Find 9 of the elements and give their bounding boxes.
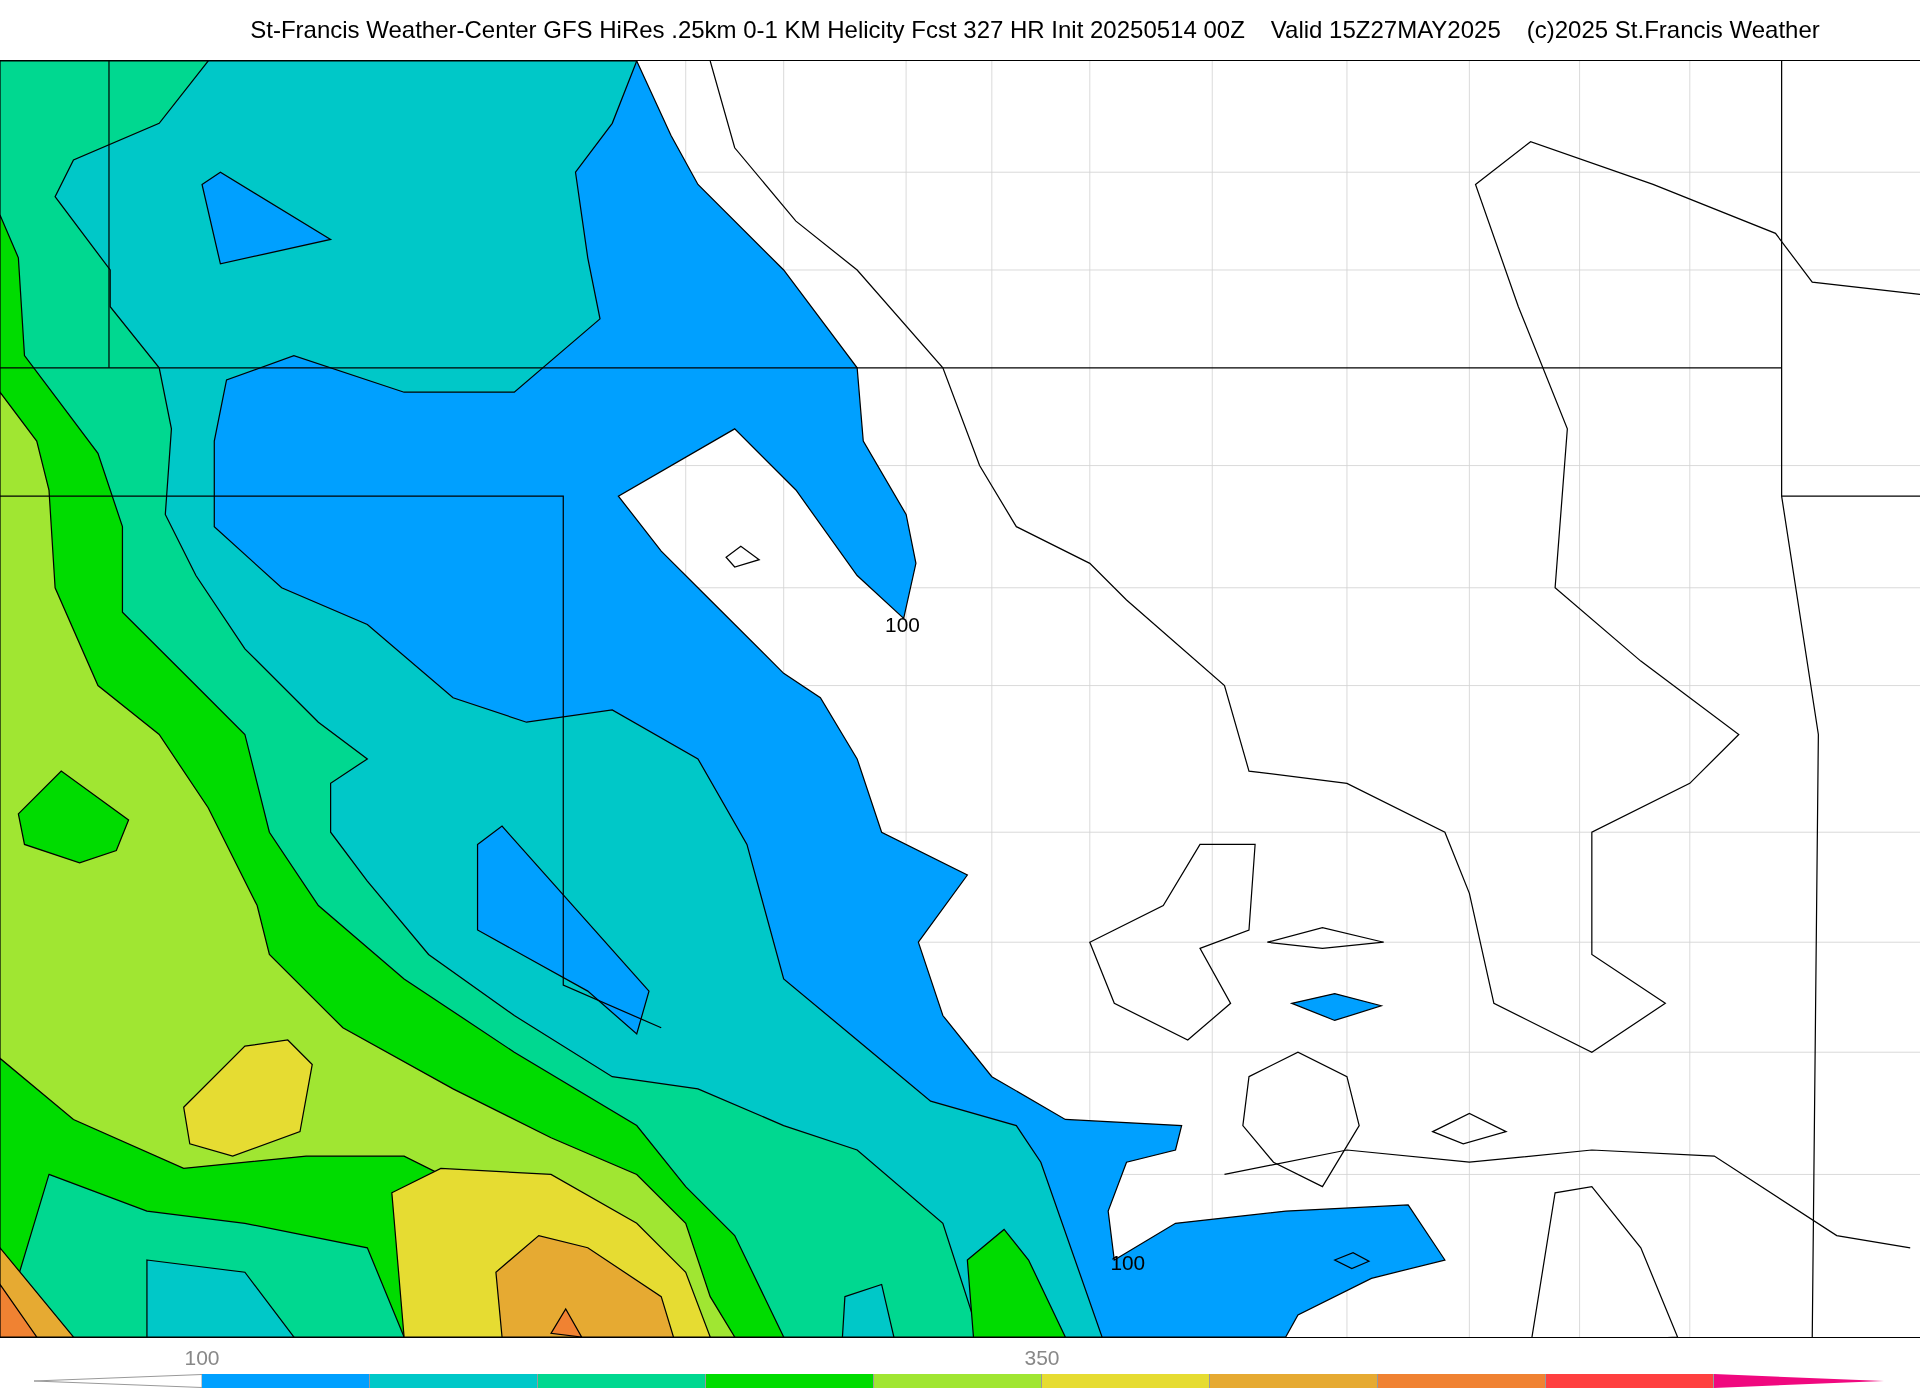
map-title: St-Francis Weather-Center GFS HiRes .25km 0-1 KM Helicity Fcst 327 HR Init 20250514 00Z xyxy=(250,15,1245,45)
contour-label: 100 xyxy=(885,612,920,636)
colorbar-tick-label: 100 xyxy=(184,1345,220,1371)
contour-label: 100 xyxy=(1110,1250,1146,1274)
copyright-text: (c)2025 St.Francis Weather xyxy=(1526,15,1820,45)
contour-line xyxy=(725,545,761,568)
colorbar-tick-label: 350 xyxy=(1024,1345,1060,1371)
valid-time: Valid 15Z27MAY2025 xyxy=(1270,15,1501,45)
contour-line xyxy=(1333,1252,1371,1270)
